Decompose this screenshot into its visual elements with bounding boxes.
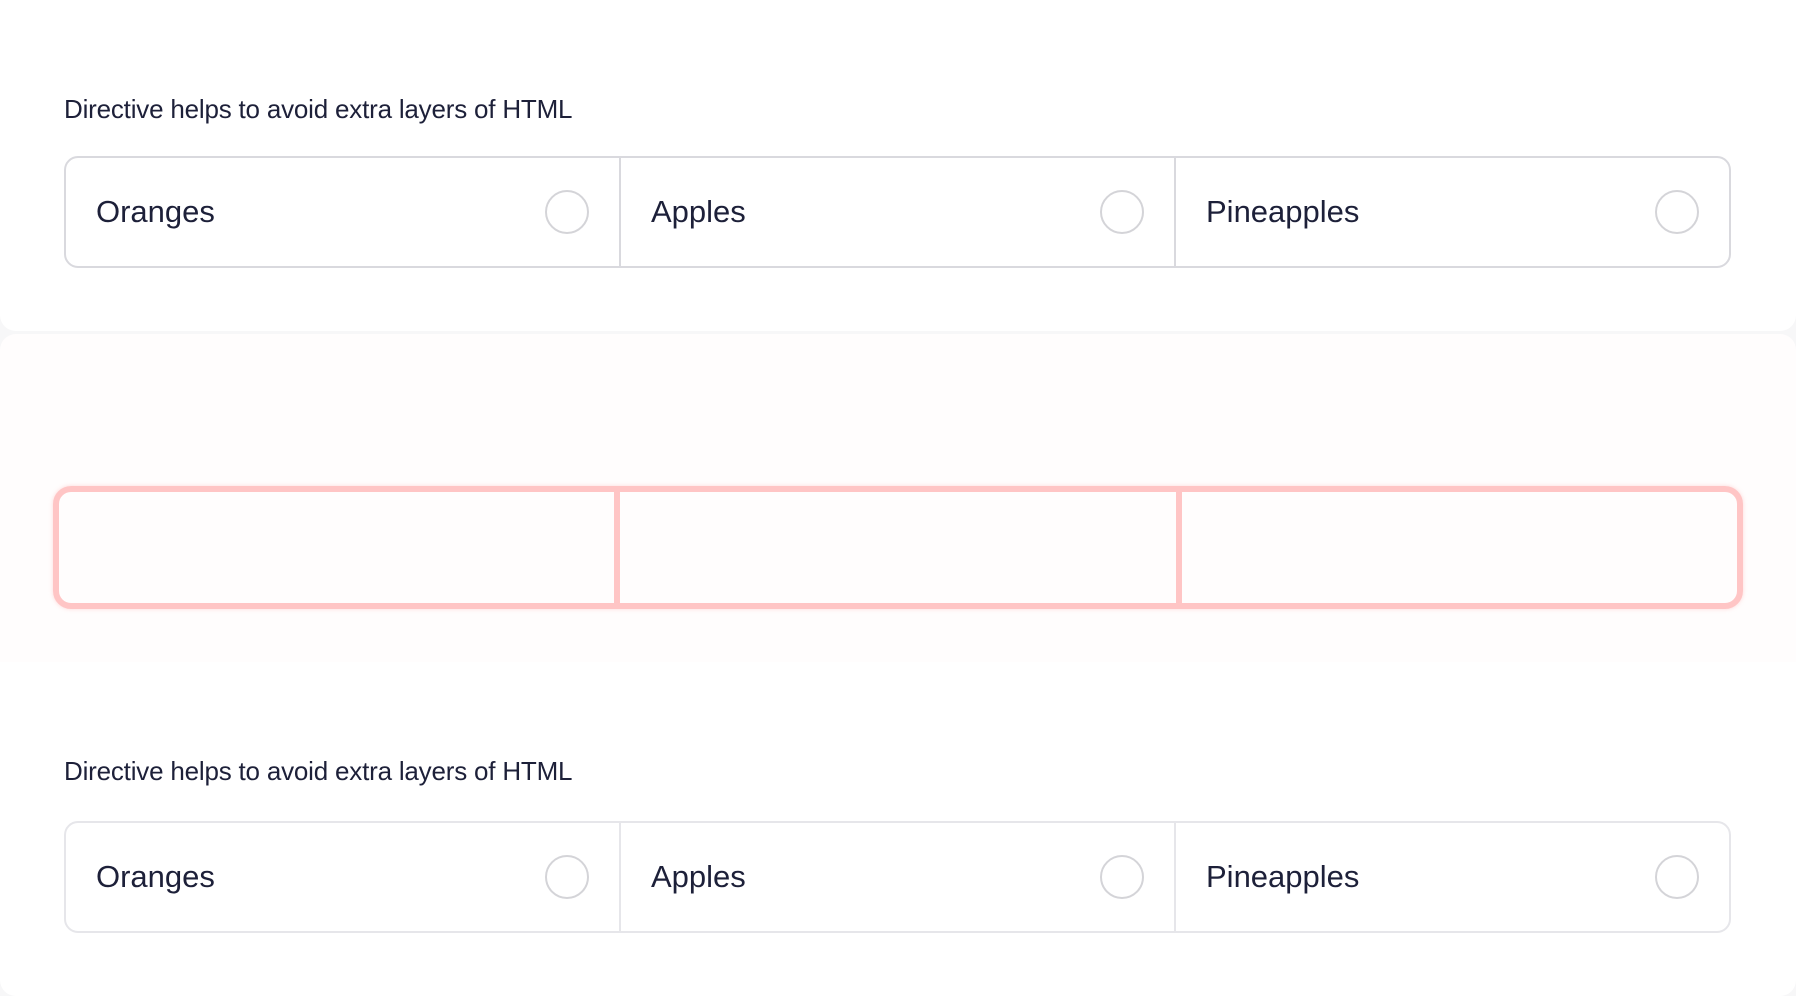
highlight-cell <box>59 492 614 603</box>
highlight-cell <box>614 492 1175 603</box>
radio-label: Apples <box>651 194 746 229</box>
radio-circle-icon[interactable] <box>1100 855 1144 899</box>
radio-option-pineapples[interactable]: Pineapples <box>1174 158 1729 266</box>
radio-option-apples[interactable]: Apples <box>619 158 1174 266</box>
structure-preview-card <box>0 334 1796 662</box>
example-card-bottom: Directive helps to avoid extra layers of… <box>0 662 1796 996</box>
fruit-radio-group: Oranges Apples Pineapples <box>64 821 1731 933</box>
radio-circle-icon[interactable] <box>1655 855 1699 899</box>
radio-label: Pineapples <box>1206 194 1360 229</box>
radio-label: Pineapples <box>1206 859 1360 894</box>
radio-label: Oranges <box>96 859 215 894</box>
fruit-radio-group: Oranges Apples Pineapples <box>64 156 1731 268</box>
highlight-outline <box>53 486 1743 609</box>
radio-label: Oranges <box>96 194 215 229</box>
radio-circle-icon[interactable] <box>1655 190 1699 234</box>
radio-option-oranges[interactable]: Oranges <box>66 823 619 931</box>
radio-option-oranges[interactable]: Oranges <box>66 158 619 266</box>
example-card-top: Directive helps to avoid extra layers of… <box>0 0 1796 331</box>
radio-option-pineapples[interactable]: Pineapples <box>1174 823 1729 931</box>
caption: Directive helps to avoid extra layers of… <box>64 94 573 124</box>
radio-label: Apples <box>651 859 746 894</box>
radio-option-apples[interactable]: Apples <box>619 823 1174 931</box>
radio-circle-icon[interactable] <box>545 190 589 234</box>
caption: Directive helps to avoid extra layers of… <box>64 756 573 786</box>
radio-circle-icon[interactable] <box>545 855 589 899</box>
highlight-cell <box>1175 492 1737 603</box>
radio-circle-icon[interactable] <box>1100 190 1144 234</box>
